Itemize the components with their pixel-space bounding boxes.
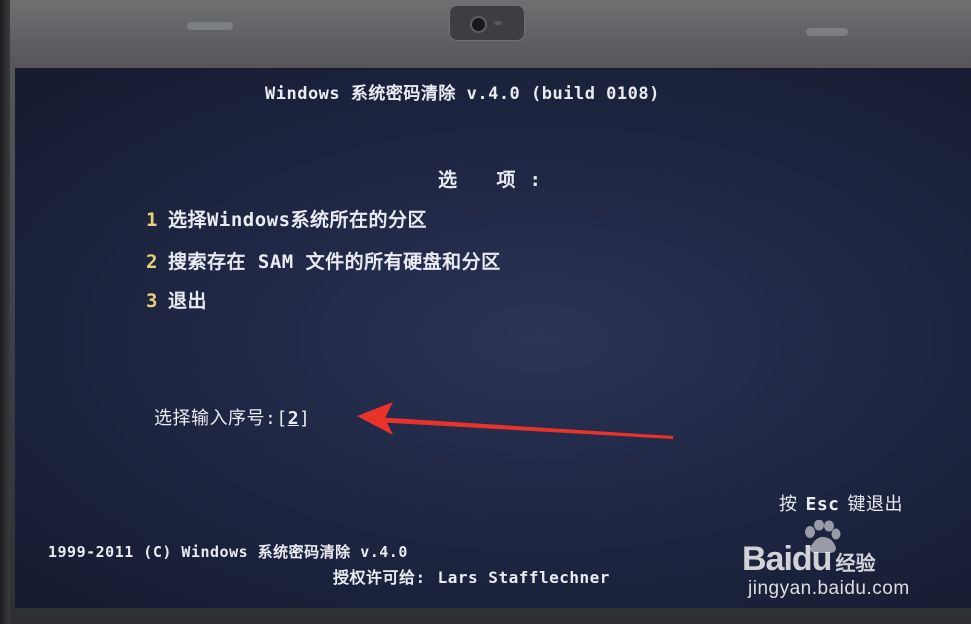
menu-item-label: 搜索存在 SAM 文件的所有硬盘和分区 bbox=[167, 251, 501, 273]
watermark-jingyan-text: 经验 bbox=[835, 553, 876, 575]
program-title: Windows 系统密码清除 v.4.0 (build 0108) bbox=[265, 84, 660, 104]
selection-input[interactable]: 2 bbox=[288, 408, 299, 429]
webcam bbox=[449, 5, 525, 41]
webcam-lens-icon bbox=[470, 16, 487, 33]
esc-hint-prefix: 按 bbox=[779, 494, 798, 515]
menu-item-label: 选择Windows系统所在的分区 bbox=[167, 209, 428, 231]
esc-exit-hint: 按 Esc 键退出 bbox=[779, 490, 903, 516]
esc-key-label: Esc bbox=[805, 494, 840, 515]
menu-item-select-partition[interactable]: 1 选择Windows系统所在的分区 bbox=[146, 205, 427, 232]
options-heading: 选 项: bbox=[438, 169, 555, 191]
esc-hint-suffix: 键退出 bbox=[847, 494, 904, 515]
menu-item-number: 2 bbox=[146, 251, 158, 273]
license-line: 授权许可给: Lars Stafflechner bbox=[333, 564, 610, 588]
menu-item-label: 退出 bbox=[167, 290, 207, 312]
red-annotation-arrow bbox=[357, 402, 673, 439]
menu-item-number: 1 bbox=[146, 209, 158, 231]
menu-item-exit[interactable]: 3 退出 bbox=[146, 286, 207, 313]
selection-prompt: 选择输入序号:[2] bbox=[154, 404, 310, 430]
prompt-bracket: ] bbox=[299, 408, 311, 429]
watermark-logo: Baidu 经验 bbox=[742, 540, 875, 579]
license-prefix: 授权许可给: bbox=[333, 568, 426, 587]
bezel-notch bbox=[187, 22, 233, 30]
watermark-baidu-text: Baidu bbox=[742, 540, 832, 578]
prompt-label: 选择输入序号: bbox=[154, 408, 277, 429]
watermark-domain: jingyan.baidu.com bbox=[748, 578, 910, 599]
bezel-edge bbox=[0, 0, 10, 624]
baidu-jingyan-watermark: Baidu 经验 jingyan.baidu.com bbox=[742, 516, 962, 606]
bezel-notch bbox=[806, 28, 848, 36]
menu-item-search-sam[interactable]: 2 搜索存在 SAM 文件的所有硬盘和分区 bbox=[146, 247, 501, 274]
copyright-line: 1999-2011 (C) Windows 系统密码清除 v.4.0 bbox=[48, 543, 408, 561]
prompt-bracket: [ bbox=[276, 408, 288, 429]
menu-item-number: 3 bbox=[146, 290, 158, 312]
licensee-name: Lars Stafflechner bbox=[437, 568, 610, 587]
webcam-led-icon bbox=[494, 21, 502, 25]
